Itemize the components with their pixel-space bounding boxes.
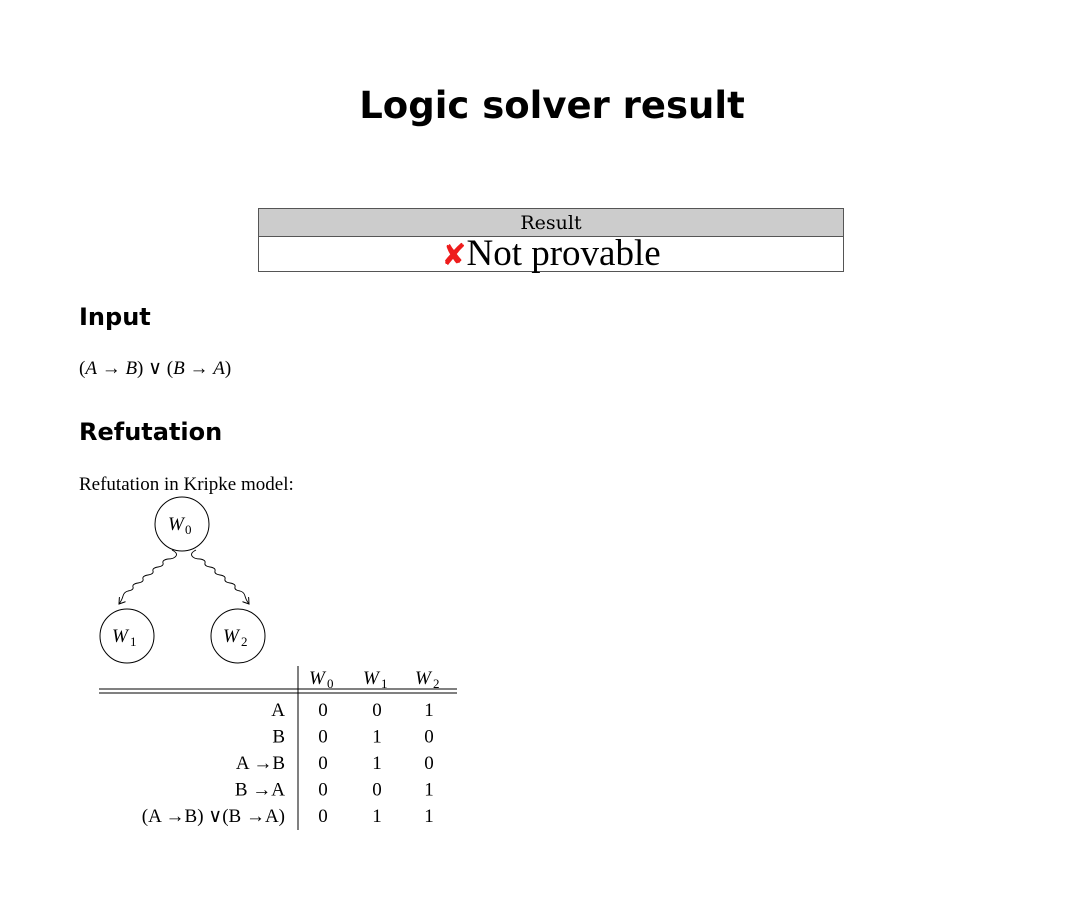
table-cell: 0 <box>372 780 382 801</box>
formula-var-b: B <box>173 358 185 379</box>
refutation-intro: Refutation in Kripke model: <box>79 474 294 495</box>
result-box: Result ✘Not provable <box>258 208 844 273</box>
formula-var-a: A <box>85 358 97 379</box>
table-cell: 1 <box>372 806 382 827</box>
formula-or: ) ∨ ( <box>137 358 174 379</box>
table-row-label: (A →B) ∨(B →A) <box>142 806 285 827</box>
world-node-w0: W 0 <box>154 496 210 552</box>
kripke-edge-w0-w1 <box>119 549 177 604</box>
table-cell: 0 <box>318 700 328 721</box>
table-cell: 1 <box>424 806 434 827</box>
table-cell: 1 <box>424 780 434 801</box>
result-status: ✘Not provable <box>259 235 843 273</box>
formula-arrow: → <box>184 358 214 379</box>
truth-table: W 0 W 1 W 2A 0 0 1B 0 1 0A →B 0 1 0B →A 0 0 1(A →B) ∨(B →… <box>99 666 457 830</box>
world-label-w0: W <box>168 514 186 535</box>
formula-paren: ) <box>224 358 232 379</box>
world-label-w2: W <box>223 626 241 647</box>
table-column-header-sub: 1 <box>381 676 388 691</box>
table-column-header: W <box>415 668 433 689</box>
table-row-label: A →B <box>236 753 285 774</box>
formula-var-a: A <box>213 358 225 379</box>
table-cell: 1 <box>372 727 382 748</box>
table-column-header: W <box>363 668 381 689</box>
world-label-w1: W <box>112 626 130 647</box>
table-column-header-sub: 2 <box>433 676 440 691</box>
formula-arrow: → <box>96 358 126 379</box>
table-cell: 0 <box>424 727 434 748</box>
refutation-heading: Refutation <box>79 418 223 446</box>
cross-mark-icon: ✘ <box>441 238 467 273</box>
formula-var-b: B <box>125 358 138 379</box>
kripke-edge-w0-w2 <box>191 549 250 604</box>
result-status-text: Not provable <box>466 233 661 274</box>
world-node-w2: W 2 <box>210 608 266 664</box>
world-sub-w0: 0 <box>185 522 192 537</box>
table-cell: 0 <box>318 780 328 801</box>
world-node-w1: W 1 <box>99 608 155 664</box>
table-cell: 0 <box>318 806 328 827</box>
kripke-model-diagram: W 0 W 1 W 2 <box>99 496 266 664</box>
page-title: Logic solver result <box>359 84 745 127</box>
table-cell: 0 <box>318 753 328 774</box>
world-sub-w1: 1 <box>130 634 137 649</box>
table-row-label: A <box>271 700 285 721</box>
table-cell: 1 <box>424 700 434 721</box>
table-column-header: W <box>309 668 327 689</box>
table-row-label: B →A <box>235 780 285 801</box>
input-heading: Input <box>79 303 151 331</box>
world-sub-w2: 2 <box>241 634 248 649</box>
table-cell: 1 <box>372 753 382 774</box>
table-column-header-sub: 0 <box>327 676 334 691</box>
table-row-label: B <box>272 727 285 748</box>
table-cell: 0 <box>372 700 382 721</box>
table-cell: 0 <box>424 753 434 774</box>
input-formula: (A → B) ∨ (B → A) <box>79 357 231 380</box>
table-cell: 0 <box>318 727 328 748</box>
